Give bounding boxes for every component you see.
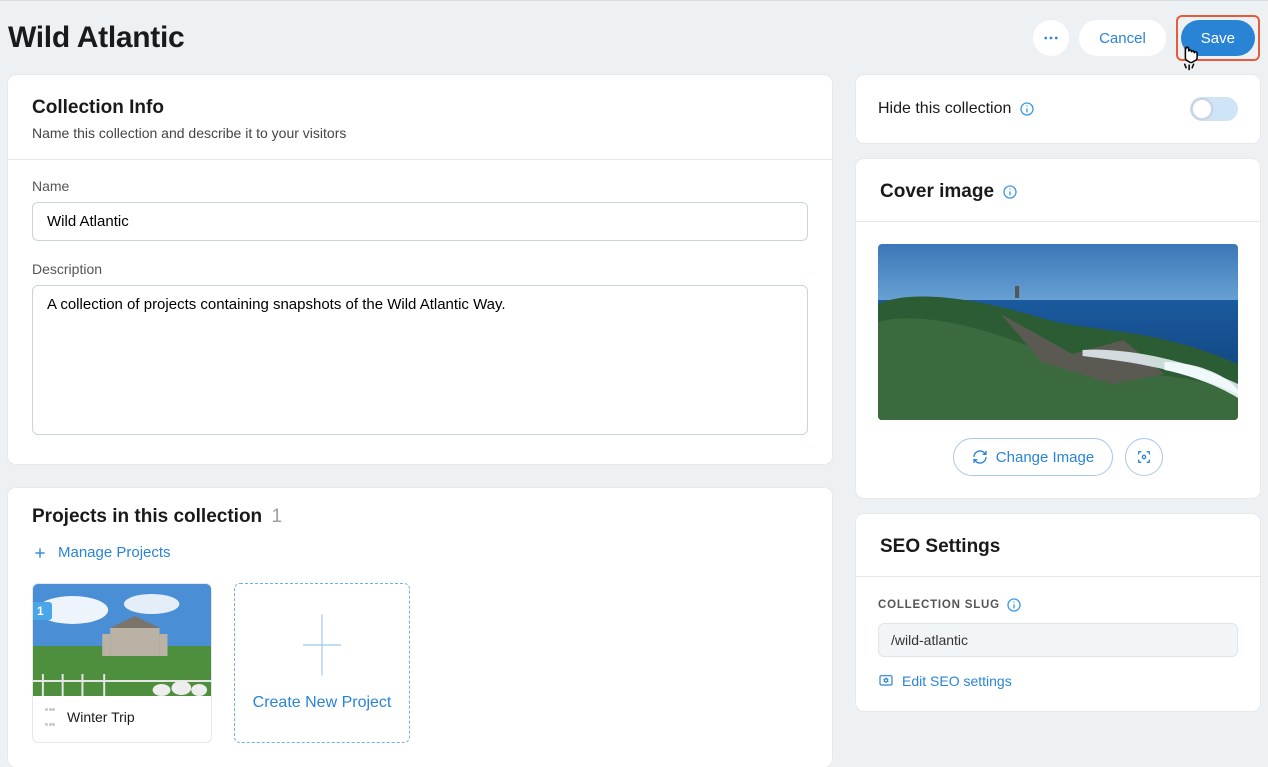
collection-info-card: Collection Info Name this collection and…	[8, 75, 832, 464]
cover-image-heading: Cover image	[880, 181, 994, 203]
manage-projects-label: Manage Projects	[58, 544, 171, 561]
more-icon	[1042, 29, 1060, 47]
edit-seo-label: Edit SEO settings	[902, 673, 1012, 689]
info-icon[interactable]	[1002, 184, 1018, 200]
change-image-button[interactable]: Change Image	[953, 438, 1113, 476]
cover-image-card: Cover image	[856, 159, 1260, 498]
refresh-icon	[972, 449, 988, 465]
project-badge: 1	[32, 602, 52, 620]
info-icon[interactable]	[1006, 597, 1022, 613]
create-project-label: Create New Project	[253, 694, 392, 712]
project-title: Winter Trip	[67, 709, 135, 725]
collection-info-sub: Name this collection and describe it to …	[32, 125, 808, 141]
cover-image	[878, 244, 1238, 420]
seo-card: SEO Settings COLLECTION SLUG Edit SEO se…	[856, 514, 1260, 711]
settings-icon	[878, 673, 894, 689]
plus-large-icon	[303, 614, 341, 676]
change-image-label: Change Image	[996, 449, 1094, 466]
slug-label: COLLECTION SLUG	[878, 599, 1000, 611]
hide-collection-card: Hide this collection	[856, 75, 1260, 143]
plus-icon	[32, 545, 48, 561]
collection-info-heading: Collection Info	[32, 97, 808, 119]
edit-seo-link[interactable]: Edit SEO settings	[878, 673, 1238, 689]
project-tile[interactable]: 1	[32, 583, 212, 743]
description-label: Description	[32, 261, 808, 277]
projects-card: Projects in this collection 1 Manage Pro…	[8, 488, 832, 767]
slug-input[interactable]	[878, 623, 1238, 657]
create-project-tile[interactable]: Create New Project	[234, 583, 410, 743]
manage-projects-button[interactable]: Manage Projects	[8, 536, 832, 579]
hide-collection-label: Hide this collection	[878, 100, 1011, 118]
description-input[interactable]	[32, 285, 808, 435]
name-label: Name	[32, 178, 808, 194]
info-icon[interactable]	[1019, 101, 1035, 117]
header-actions: Cancel Save	[1033, 15, 1260, 61]
drag-handle-icon[interactable]	[45, 708, 55, 726]
more-button[interactable]	[1033, 20, 1069, 56]
crop-focus-icon	[1136, 449, 1152, 465]
save-button[interactable]: Save	[1181, 20, 1255, 56]
save-highlight: Save	[1176, 15, 1260, 61]
project-thumb	[33, 584, 211, 696]
name-input[interactable]	[32, 202, 808, 241]
projects-count: 1	[271, 506, 282, 527]
seo-heading: SEO Settings	[880, 536, 1236, 558]
projects-heading: Projects in this collection 1	[32, 506, 282, 527]
cancel-button[interactable]: Cancel	[1079, 20, 1166, 56]
hide-collection-toggle[interactable]	[1190, 97, 1238, 121]
focal-point-button[interactable]	[1125, 438, 1163, 476]
page-title: Wild Atlantic	[8, 21, 184, 55]
